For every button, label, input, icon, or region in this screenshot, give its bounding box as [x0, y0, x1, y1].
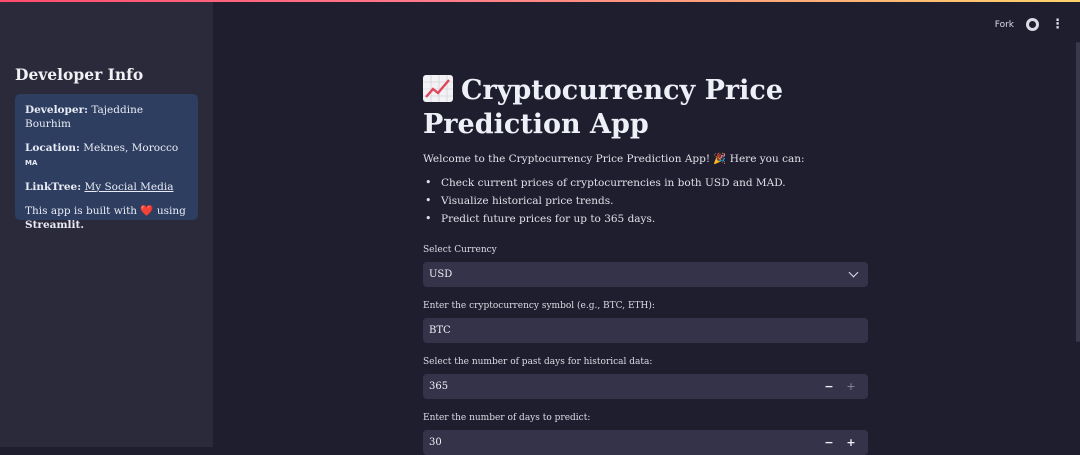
decrement-button[interactable]: −: [818, 436, 840, 449]
github-icon[interactable]: [1026, 18, 1039, 31]
feature-list: Check current prices of cryptocurrencies…: [423, 176, 868, 231]
streamlit-label: Streamlit.: [25, 218, 85, 231]
past-days-value: 365: [429, 381, 449, 392]
page-title: Cryptocurrency Price Prediction App: [423, 74, 868, 142]
symbol-label: Enter the cryptocurrency symbol (e.g., B…: [423, 301, 655, 311]
morocco-flag-icon: MA: [25, 158, 38, 167]
predict-days-value: 30: [429, 437, 442, 448]
sidebar-title: Developer Info: [15, 65, 144, 84]
chart-increasing-icon: [423, 75, 453, 102]
intro-text: Welcome to the Cryptocurrency Price Pred…: [423, 153, 805, 165]
page-title-line1: Cryptocurrency Price: [461, 75, 784, 106]
top-toolbar: Fork ⋮: [995, 18, 1064, 31]
location-label: Location:: [25, 142, 80, 155]
app-content: Cryptocurrency Price Prediction App Welc…: [423, 74, 868, 455]
currency-label: Select Currency: [423, 245, 497, 255]
predict-days-label: Enter the number of days to predict:: [423, 413, 591, 423]
heart-icon: ❤️: [140, 205, 154, 218]
page-title-line2: Prediction App: [423, 109, 649, 140]
currency-value: USD: [429, 269, 453, 280]
built-using: using: [156, 205, 186, 218]
past-days-stepper[interactable]: 365 − +: [423, 374, 868, 399]
fork-button[interactable]: Fork: [995, 20, 1014, 30]
symbol-input[interactable]: BTC: [423, 318, 868, 343]
linktree-row: LinkTree: My Social Media: [25, 181, 188, 195]
chevron-down-icon[interactable]: [848, 267, 859, 278]
list-item: Visualize historical price trends.: [423, 194, 868, 213]
increment-button[interactable]: +: [840, 436, 862, 449]
predict-days-controls: − +: [818, 436, 862, 449]
list-item: Check current prices of cryptocurrencies…: [423, 176, 868, 195]
built-with-row: This app is built with ❤️ using Streamli…: [25, 205, 188, 232]
social-media-link[interactable]: My Social Media: [84, 181, 173, 193]
scrollbar[interactable]: [1076, 42, 1080, 342]
location-row: Location: Meknes, Morocco MA: [25, 142, 188, 169]
predict-days-stepper[interactable]: 30 − +: [423, 430, 868, 455]
currency-select[interactable]: USD: [423, 262, 868, 287]
location-value: Meknes, Morocco: [83, 142, 179, 155]
main-area: Fork ⋮ Cryptocurrency Price Prediction A…: [213, 2, 1080, 455]
symbol-value: BTC: [429, 325, 451, 336]
developer-label: Developer:: [25, 104, 88, 116]
developer-row: Developer: Tajeddine Bourhim: [25, 104, 188, 131]
built-prefix: This app is built with: [25, 205, 138, 218]
more-options-icon[interactable]: ⋮: [1051, 18, 1064, 31]
linktree-label: LinkTree:: [25, 180, 82, 193]
past-days-label: Select the number of past days for histo…: [423, 357, 653, 367]
increment-button[interactable]: +: [840, 380, 862, 393]
developer-info-box: Developer: Tajeddine Bourhim Location: M…: [15, 94, 198, 231]
list-item: Predict future prices for up to 365 days…: [423, 212, 868, 231]
decrement-button[interactable]: −: [818, 380, 840, 393]
sidebar: Developer Info Developer: Tajeddine Bour…: [0, 2, 213, 447]
past-days-controls: − +: [818, 380, 862, 393]
